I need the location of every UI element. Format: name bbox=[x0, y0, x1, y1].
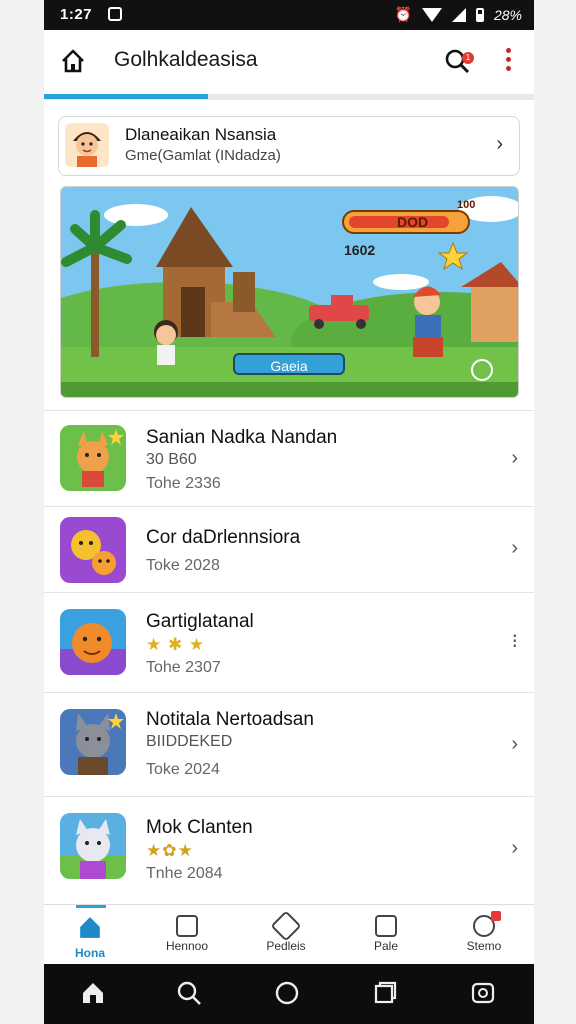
rocket-icon bbox=[270, 910, 302, 942]
phone-screen: 1:27 ⏰ 28% Golhkaldeasisa 1 Dlaneaikan N… bbox=[44, 0, 534, 1024]
game-name: Cor daDrlennsiora bbox=[146, 527, 301, 548]
score-label: DOD bbox=[397, 214, 429, 230]
nav-item-games[interactable]: Hennoo bbox=[147, 911, 227, 953]
home-icon[interactable] bbox=[60, 48, 86, 74]
list-item[interactable]: Mok Clanten ★✿★ Tnhe 2084 › bbox=[44, 796, 534, 901]
featured-title: Dlaneaikan Nsansia bbox=[125, 125, 277, 144]
nav-item-pedleis[interactable]: Pedleis bbox=[246, 910, 326, 953]
avatar bbox=[65, 123, 109, 167]
battery-icon bbox=[475, 7, 484, 22]
nav-item-home[interactable]: Hona bbox=[50, 911, 130, 960]
nav-label: Pedleis bbox=[266, 939, 306, 953]
status-icons: ⏰ 28% bbox=[395, 6, 522, 23]
list-item[interactable]: Gartiglatanal ★ ✱ ★ Tohe 2307 ⁝ bbox=[44, 592, 534, 693]
system-home-icon[interactable] bbox=[80, 980, 106, 1006]
game-banner[interactable]: DOD 100 1602 Gaeia bbox=[60, 186, 519, 398]
app-title: Golhkaldeasisa bbox=[114, 48, 258, 71]
game-name: Sanian Nadka Nandan bbox=[146, 427, 338, 448]
game-meta: Toke 2024 bbox=[146, 761, 220, 778]
featured-game-card[interactable]: Dlaneaikan Nsansia Gme(Gamlat (INdadza) … bbox=[58, 116, 520, 176]
status-bar: 1:27 ⏰ 28% bbox=[44, 0, 534, 30]
recent-apps-icon[interactable] bbox=[372, 980, 398, 1006]
game-name: Gartiglatanal bbox=[146, 611, 254, 632]
score-number: 100 bbox=[457, 199, 476, 211]
bottom-navigation: Hona Hennoo Pedleis Pale Stemo bbox=[44, 904, 534, 965]
rating-stars: ★ ✱ ★ bbox=[146, 635, 206, 654]
home-icon bbox=[80, 917, 100, 938]
game-name: Notitala Nertoadsan bbox=[146, 709, 314, 730]
more-options-icon[interactable] bbox=[502, 46, 514, 76]
game-thumbnail bbox=[60, 517, 126, 583]
profile-icon bbox=[473, 911, 501, 937]
game-meta: Toke 2028 bbox=[146, 557, 220, 574]
chevron-right-icon: › bbox=[496, 133, 503, 155]
game-subtitle: BIIDDEKED bbox=[146, 733, 233, 750]
nav-label: Hennoo bbox=[165, 939, 209, 953]
notification-badge: 1 bbox=[462, 52, 474, 64]
battery-percent: 28% bbox=[493, 6, 522, 23]
featured-subtitle: Gme(Gamlat (INdadza) bbox=[125, 147, 281, 164]
chevron-right-icon: ⁝ bbox=[511, 631, 518, 653]
tab-indicator-active bbox=[44, 94, 208, 99]
game-name: Mok Clanten bbox=[146, 817, 253, 838]
game-meta: Tnhe 2084 bbox=[146, 865, 223, 882]
nav-label: Pale bbox=[373, 939, 399, 953]
chevron-right-icon: › bbox=[511, 447, 518, 469]
game-icon bbox=[176, 915, 198, 937]
chevron-right-icon: › bbox=[511, 537, 518, 559]
alarm-icon: ⏰ bbox=[394, 6, 412, 22]
wifi-icon bbox=[421, 7, 442, 22]
chevron-right-icon: › bbox=[511, 733, 518, 755]
app-bar: Golhkaldeasisa 1 bbox=[44, 30, 534, 94]
nav-label: Hona bbox=[75, 946, 105, 960]
game-thumbnail bbox=[60, 709, 126, 775]
nav-label: Stemo bbox=[466, 939, 502, 953]
chevron-right-icon: › bbox=[511, 837, 518, 859]
rating-stars: ★✿★ bbox=[146, 841, 194, 860]
play-button[interactable]: Gaeia bbox=[233, 353, 345, 375]
nav-active-indicator bbox=[76, 905, 106, 908]
profile-badge bbox=[491, 911, 501, 921]
tab-indicator-track bbox=[44, 94, 534, 100]
game-meta: Tohe 2307 bbox=[146, 659, 221, 676]
list-item[interactable]: Sanian Nadka Nandan 30 B60 Tohe 2336 › bbox=[44, 410, 534, 507]
info-icon[interactable] bbox=[471, 359, 493, 381]
nav-item-profile[interactable]: Stemo bbox=[444, 911, 524, 953]
circle-home-icon[interactable] bbox=[274, 980, 300, 1006]
nav-item-pale[interactable]: Pale bbox=[346, 911, 426, 953]
list-item[interactable]: Cor daDrlennsiora Toke 2028 › bbox=[44, 506, 534, 593]
game-thumbnail bbox=[60, 813, 126, 879]
list-icon bbox=[375, 915, 397, 937]
game-subtitle: 30 B60 bbox=[146, 451, 197, 468]
assistant-icon[interactable] bbox=[470, 980, 496, 1006]
notification-icon bbox=[108, 7, 122, 21]
search-icon[interactable] bbox=[176, 980, 202, 1006]
list-item[interactable]: Notitala Nertoadsan BIIDDEKED Toke 2024 … bbox=[44, 692, 534, 797]
signal-icon bbox=[451, 7, 466, 22]
clock: 1:27 bbox=[60, 6, 93, 23]
counter-text: 1602 bbox=[344, 242, 376, 258]
game-meta: Tohe 2336 bbox=[146, 475, 221, 492]
game-thumbnail bbox=[60, 425, 126, 491]
system-navigation-bar bbox=[44, 964, 534, 1024]
game-thumbnail bbox=[60, 609, 126, 675]
